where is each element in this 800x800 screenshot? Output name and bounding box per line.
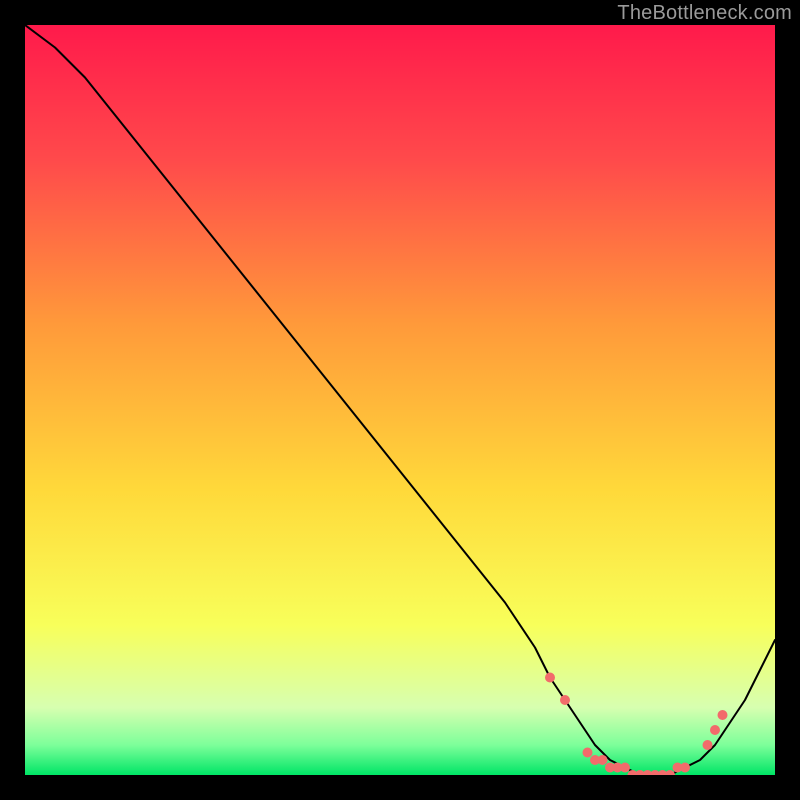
plot-area — [25, 25, 775, 775]
data-marker — [560, 695, 570, 705]
data-marker — [718, 710, 728, 720]
data-marker — [703, 740, 713, 750]
data-marker — [620, 763, 630, 773]
gradient-background — [25, 25, 775, 775]
data-marker — [545, 673, 555, 683]
chart-container: TheBottleneck.com — [0, 0, 800, 800]
data-marker — [583, 748, 593, 758]
data-marker — [710, 725, 720, 735]
curve-plot — [25, 25, 775, 775]
data-marker — [598, 755, 608, 765]
data-marker — [680, 763, 690, 773]
attribution-watermark: TheBottleneck.com — [617, 2, 792, 25]
